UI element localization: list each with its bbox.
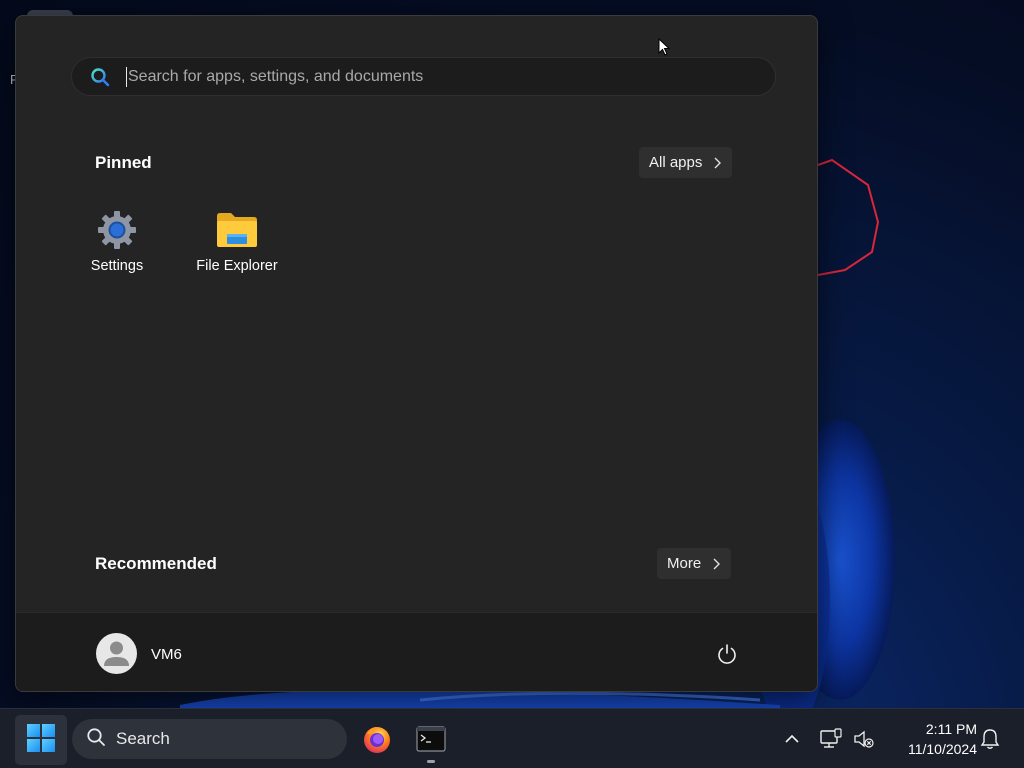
search-icon bbox=[90, 67, 110, 87]
annotation-red-circle bbox=[817, 158, 880, 276]
user-avatar-icon[interactable] bbox=[96, 633, 137, 674]
terminal-running-indicator bbox=[427, 760, 435, 763]
settings-gear-icon bbox=[95, 208, 139, 252]
start-user-bar: VM6 bbox=[16, 612, 817, 691]
all-apps-label: All apps bbox=[649, 154, 703, 171]
file-explorer-label: File Explorer bbox=[196, 258, 278, 274]
text-caret bbox=[126, 66, 127, 87]
volume-muted-icon[interactable] bbox=[852, 727, 876, 751]
mouse-cursor-icon bbox=[658, 37, 672, 58]
clock-date: 11/10/2024 bbox=[907, 741, 977, 757]
taskbar-clock[interactable]: 2:11 PM 11/10/2024 bbox=[885, 719, 977, 759]
windows-logo-icon bbox=[26, 723, 56, 758]
start-menu: Pinned All apps bbox=[15, 15, 818, 692]
start-button[interactable] bbox=[15, 715, 67, 765]
pinned-app-settings[interactable]: Settings bbox=[67, 196, 167, 276]
user-name[interactable]: VM6 bbox=[151, 646, 182, 663]
taskbar: Search 2:11 PM 11/10/2024 bbox=[0, 708, 1024, 768]
power-icon[interactable] bbox=[714, 641, 740, 667]
firefox-icon[interactable] bbox=[359, 721, 395, 757]
chevron-right-icon bbox=[711, 558, 721, 570]
folder-icon bbox=[215, 208, 259, 252]
taskbar-search[interactable]: Search bbox=[72, 719, 347, 759]
more-label: More bbox=[667, 555, 702, 572]
start-search-box[interactable] bbox=[71, 57, 776, 96]
clock-time: 2:11 PM bbox=[925, 721, 977, 737]
settings-label: Settings bbox=[90, 258, 144, 274]
pinned-title: Pinned bbox=[95, 153, 152, 172]
start-search-input[interactable] bbox=[128, 67, 728, 86]
bell-icon[interactable] bbox=[978, 727, 1002, 751]
taskbar-search-label: Search bbox=[116, 729, 170, 748]
more-button[interactable]: More bbox=[657, 548, 732, 579]
all-apps-button[interactable]: All apps bbox=[639, 147, 733, 178]
chevron-right-icon bbox=[712, 157, 722, 169]
search-icon bbox=[86, 727, 106, 752]
network-icon[interactable] bbox=[818, 727, 842, 751]
chevron-up-icon[interactable] bbox=[780, 727, 804, 751]
pinned-app-file-explorer[interactable]: File Explorer bbox=[187, 196, 287, 276]
terminal-icon[interactable] bbox=[413, 721, 449, 757]
recommended-title: Recommended bbox=[95, 554, 217, 573]
